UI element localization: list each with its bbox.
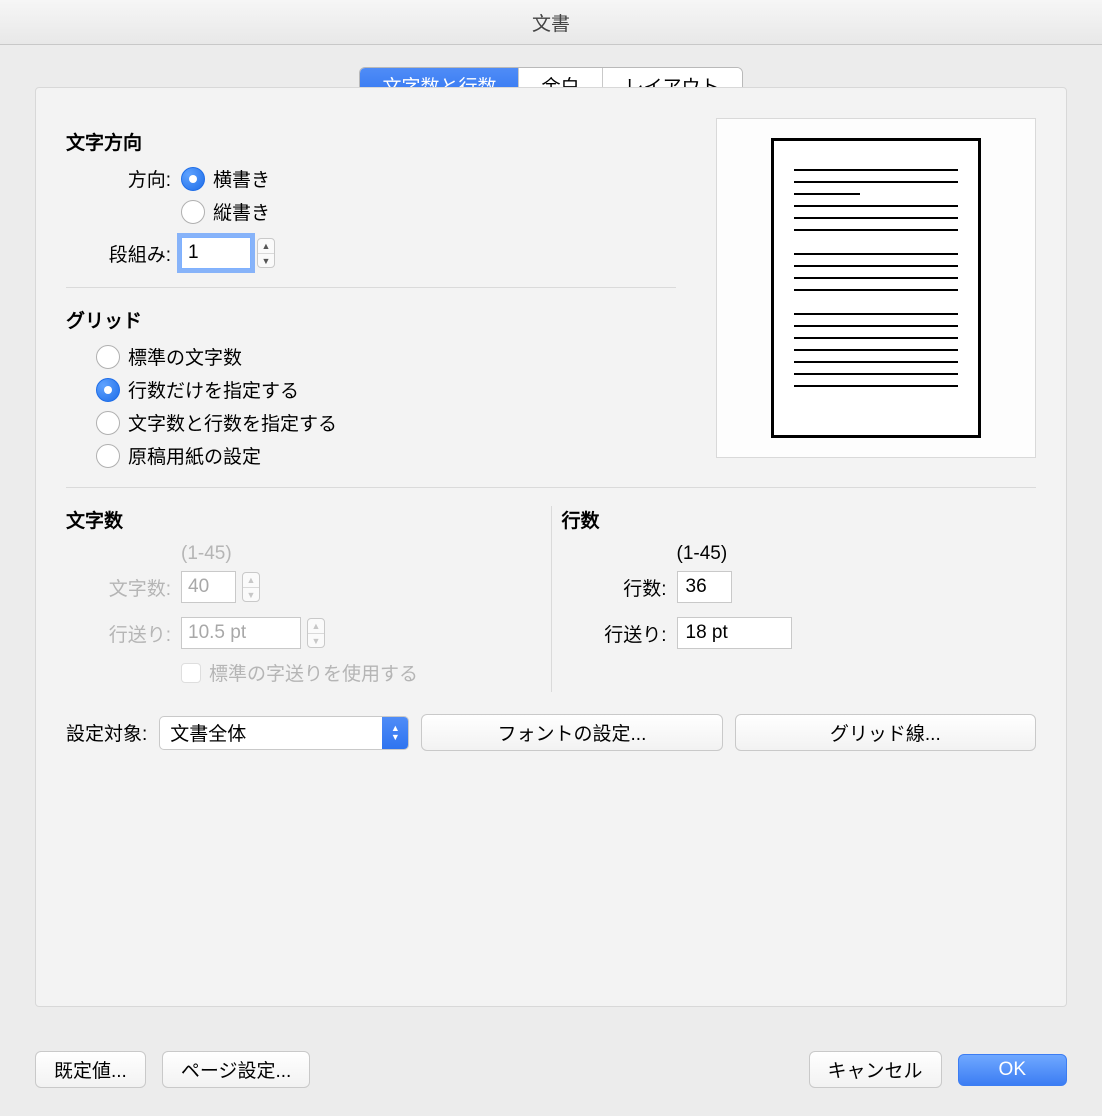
columns-input[interactable] (181, 237, 251, 269)
chars-range: (1-45) (181, 543, 232, 565)
chevron-up-icon: ▲ (243, 573, 259, 587)
lines-count-label: 行数: (562, 574, 677, 601)
radio-manuscript-label: 原稿用紙の設定 (128, 442, 261, 469)
columns-label: 段組み: (66, 240, 181, 267)
grid-lines-button[interactable]: グリッド線... (735, 714, 1036, 751)
font-settings-button[interactable]: フォントの設定... (421, 714, 722, 751)
chars-count-label: 文字数: (66, 574, 181, 601)
chevron-down-icon: ▼ (308, 633, 324, 647)
use-default-pitch-label: 標準の字送りを使用する (209, 659, 418, 686)
chars-pitch-input (181, 617, 301, 649)
radio-standard-label: 標準の文字数 (128, 343, 242, 370)
select-arrows-icon: ▲▼ (382, 717, 408, 749)
radio-lines-only[interactable] (96, 378, 120, 402)
radio-manuscript[interactable] (96, 444, 120, 468)
page-setup-button[interactable]: ページ設定... (162, 1051, 310, 1088)
chars-pitch-stepper: ▲ ▼ (181, 617, 325, 649)
direction-label: 方向: (66, 165, 181, 192)
dialog-footer: 既定値... ページ設定... キャンセル OK (35, 1051, 1067, 1088)
lines-heading: 行数 (562, 506, 1037, 533)
radio-vertical[interactable] (181, 200, 205, 224)
ok-button[interactable]: OK (958, 1054, 1067, 1086)
window-title: 文書 (0, 0, 1102, 45)
default-button[interactable]: 既定値... (35, 1051, 146, 1088)
apply-to-select[interactable]: 文書全体 ▲▼ (159, 716, 409, 750)
lines-pitch-label: 行送り: (562, 620, 677, 647)
chevron-down-icon: ▼ (243, 587, 259, 601)
chars-pitch-label: 行送り: (66, 620, 181, 647)
apply-to-label: 設定対象: (66, 719, 147, 746)
page-preview-graphic (771, 138, 981, 438)
radio-horizontal[interactable] (181, 167, 205, 191)
radio-horizontal-label: 横書き (213, 165, 270, 192)
columns-stepper-buttons[interactable]: ▲ ▼ (257, 238, 275, 268)
chars-pitch-stepper-buttons: ▲ ▼ (307, 618, 325, 648)
chars-count-stepper: ▲ ▼ (181, 571, 260, 603)
radio-lines-only-label: 行数だけを指定する (128, 376, 299, 403)
chevron-up-icon[interactable]: ▲ (258, 239, 274, 253)
main-panel: 文字方向 方向: 横書き 縦書き 段組み: ▲ ▼ グリッド 標準の文字数 行数… (35, 87, 1067, 1007)
lines-count-input[interactable] (677, 571, 732, 603)
lines-range: (1-45) (677, 543, 728, 565)
radio-chars-lines-label: 文字数と行数を指定する (128, 409, 337, 436)
page-preview (716, 118, 1036, 458)
apply-to-value: 文書全体 (170, 719, 246, 746)
use-default-pitch-checkbox (181, 663, 201, 683)
radio-vertical-label: 縦書き (213, 198, 270, 225)
lines-pitch-input[interactable] (677, 617, 792, 649)
chars-count-stepper-buttons: ▲ ▼ (242, 572, 260, 602)
chars-count-input (181, 571, 236, 603)
cancel-button[interactable]: キャンセル (809, 1051, 942, 1088)
chars-heading: 文字数 (66, 506, 541, 533)
radio-standard-chars[interactable] (96, 345, 120, 369)
radio-chars-lines[interactable] (96, 411, 120, 435)
chevron-down-icon[interactable]: ▼ (258, 253, 274, 267)
chevron-up-icon: ▲ (308, 619, 324, 633)
columns-stepper[interactable]: ▲ ▼ (181, 237, 275, 269)
